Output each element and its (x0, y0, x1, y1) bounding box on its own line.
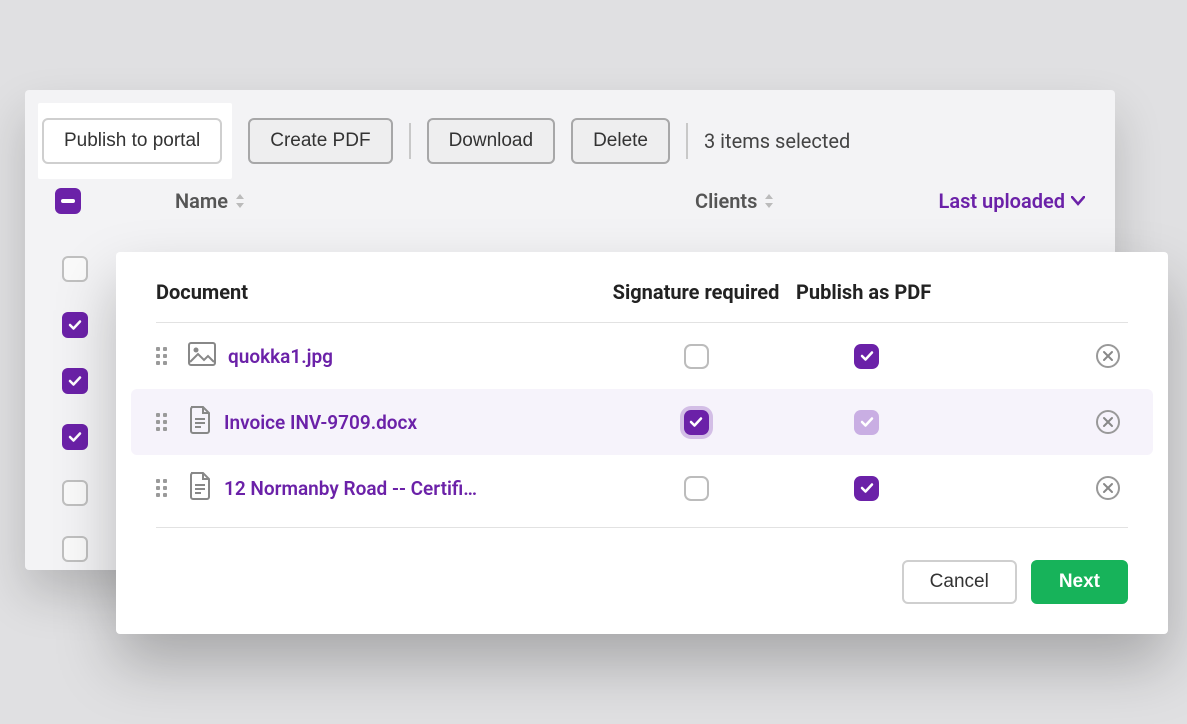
remove-row-button[interactable] (1096, 410, 1120, 434)
checkbox-checked[interactable] (854, 344, 879, 369)
column-header-name[interactable]: Name (175, 189, 695, 213)
image-file-icon (188, 342, 216, 370)
row-checkbox[interactable] (62, 312, 88, 338)
checkbox-checked[interactable] (854, 476, 879, 501)
checkbox-unchecked[interactable] (684, 476, 709, 501)
publish-highlight: Publish to portal (38, 103, 232, 179)
row-checkbox[interactable] (62, 368, 88, 394)
dialog-col-document: Document (156, 280, 596, 304)
publish-dialog: Document Signature required Publish as P… (116, 252, 1168, 634)
sort-icon (234, 193, 246, 209)
checkbox-checked[interactable] (684, 410, 709, 435)
toolbar-separator (409, 123, 411, 159)
column-last-uploaded-label: Last uploaded (939, 189, 1065, 213)
document-file-icon (188, 472, 212, 504)
dialog-col-publish-pdf: Publish as PDF (796, 280, 976, 304)
next-button[interactable]: Next (1031, 560, 1128, 604)
publish-to-portal-button[interactable]: Publish to portal (42, 118, 222, 164)
create-pdf-button[interactable]: Create PDF (248, 118, 392, 164)
toolbar-separator (686, 123, 688, 159)
column-header-clients[interactable]: Clients (695, 189, 895, 213)
remove-row-button[interactable] (1096, 344, 1120, 368)
file-name-link[interactable]: Invoice INV-9709.docx (224, 411, 417, 434)
select-all-checkbox[interactable] (55, 188, 81, 214)
file-name-link[interactable]: quokka1.jpg (228, 345, 333, 368)
dialog-row: 12 Normanby Road -- Certifi… (156, 455, 1128, 521)
delete-button[interactable]: Delete (571, 118, 670, 164)
cancel-button[interactable]: Cancel (902, 560, 1017, 604)
download-button[interactable]: Download (427, 118, 556, 164)
drag-handle-icon[interactable] (156, 413, 174, 431)
dialog-header: Document Signature required Publish as P… (156, 252, 1128, 323)
remove-row-button[interactable] (1096, 476, 1120, 500)
caret-down-icon (1071, 196, 1085, 206)
row-checkbox[interactable] (62, 256, 88, 282)
document-file-icon (188, 406, 212, 438)
checkbox-disabled (854, 410, 879, 435)
dialog-col-signature: Signature required (596, 280, 796, 304)
table-header: Name Clients Last uploaded (55, 188, 1085, 214)
toolbar: Publish to portal Create PDF Download De… (38, 108, 850, 174)
dialog-row: quokka1.jpg (156, 323, 1128, 389)
column-header-last-uploaded[interactable]: Last uploaded (895, 189, 1085, 213)
file-name-link[interactable]: 12 Normanby Road -- Certifi… (224, 477, 477, 500)
sort-icon (763, 193, 775, 209)
row-checkbox[interactable] (62, 424, 88, 450)
drag-handle-icon[interactable] (156, 479, 174, 497)
row-checkbox-column (62, 256, 88, 562)
checkbox-unchecked[interactable] (684, 344, 709, 369)
dialog-footer: Cancel Next (156, 528, 1128, 604)
row-checkbox[interactable] (62, 480, 88, 506)
dialog-row: Invoice INV-9709.docx (131, 389, 1153, 455)
row-checkbox[interactable] (62, 536, 88, 562)
drag-handle-icon[interactable] (156, 347, 174, 365)
column-clients-label: Clients (695, 189, 757, 213)
column-name-label: Name (175, 189, 228, 213)
selected-count-label: 3 items selected (704, 129, 850, 153)
